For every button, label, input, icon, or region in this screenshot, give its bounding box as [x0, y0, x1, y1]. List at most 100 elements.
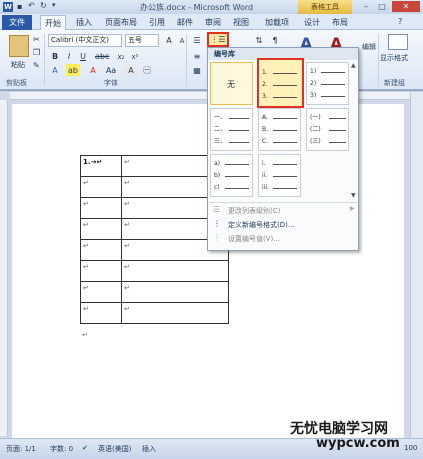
table-cell[interactable]: ↵ [80, 260, 122, 282]
edit-label[interactable]: 编辑 [362, 42, 376, 52]
tile-number-label: A. [262, 114, 268, 121]
subscript-button[interactable]: x₂ [114, 50, 128, 62]
font-name-combo[interactable]: Calibri (中文正文) [48, 34, 122, 47]
proofing-icon[interactable]: ✔ [82, 444, 88, 452]
change-case-icon[interactable]: Aa [104, 64, 118, 76]
maximize-button[interactable]: □ [374, 1, 390, 12]
text-effects-icon[interactable]: A [48, 64, 62, 76]
page-count[interactable]: 页面: 1/1 [6, 444, 36, 454]
tab-design[interactable]: 设计 [300, 15, 324, 30]
help-icon[interactable]: ? [398, 17, 402, 26]
font-size-combo[interactable]: 五号 [125, 34, 159, 47]
redo-icon[interactable]: ↻ [40, 1, 47, 10]
underline-button[interactable]: U [76, 50, 90, 62]
tile-number-label: 3) [310, 92, 317, 99]
font-group-label: 字体 [104, 79, 118, 87]
table-cell[interactable]: ↵ [80, 239, 122, 261]
format-painter-icon[interactable]: ✎ [33, 61, 40, 70]
close-button[interactable]: ✕ [392, 1, 420, 12]
paste-icon[interactable] [9, 35, 29, 57]
table-tools-label: 表格工具 [298, 0, 352, 14]
tile-number-label: C. [262, 138, 269, 145]
paste-label: 粘贴 [11, 61, 25, 69]
align-left-icon[interactable]: ≡ [190, 50, 204, 62]
numbering-tile-roman[interactable]: i. ii. iii. [258, 154, 301, 197]
show-format-label: 显示格式 [380, 54, 408, 62]
tab-mailings[interactable]: 邮件 [173, 15, 197, 30]
table-cell[interactable]: ↵ [80, 302, 122, 324]
highlight-icon[interactable]: ab [66, 64, 80, 76]
char-shading-icon[interactable]: A [124, 64, 138, 76]
numbering-tile-letters[interactable]: A. B. C. [258, 108, 301, 151]
tab-file[interactable]: 文件 [2, 15, 32, 30]
tab-home[interactable]: 开始 [40, 15, 66, 30]
save-icon[interactable]: ▪ [17, 2, 22, 11]
tab-layout[interactable]: 布局 [328, 15, 352, 30]
tab-addins[interactable]: 加载项 [261, 15, 293, 30]
numbering-tile-chinese[interactable]: 一、 二、 三、 [210, 108, 253, 151]
table-row: ↵ ↵ [80, 260, 229, 282]
shading-icon[interactable]: ▦ [190, 64, 204, 76]
scroll-up-icon[interactable]: ▲ [351, 62, 356, 69]
scroll-down-icon[interactable]: ▼ [351, 192, 356, 199]
bold-button[interactable]: B [48, 50, 62, 62]
table-cell[interactable]: ↵ [80, 176, 122, 198]
numbering-button[interactable]: ⋮☰ [207, 32, 229, 47]
bullets-icon[interactable]: ☰ [190, 34, 204, 46]
change-level-icon: ☰ [213, 205, 221, 214]
language-status[interactable]: 英语(美国) [98, 444, 131, 454]
vertical-ruler[interactable] [0, 100, 8, 436]
numbering-tile-none[interactable]: 无 [210, 62, 253, 105]
table-cell[interactable]: ↵ [121, 281, 229, 303]
word-count[interactable]: 字数: 0 [50, 444, 73, 454]
tile-number-label: iii. [262, 184, 269, 191]
font-color-icon[interactable]: A [86, 64, 100, 76]
word-logo-icon[interactable]: W [3, 2, 13, 12]
copy-icon[interactable]: ❐ [33, 48, 40, 57]
table-cell[interactable]: ↵ [121, 260, 229, 282]
set-numbering-value-item[interactable]: 设置编号值(V)... [228, 233, 280, 245]
table-row: ↵ ↵ [80, 302, 229, 324]
tile-number-label: (二) [310, 126, 321, 133]
numbering-tile-lower-letters[interactable]: a) b) c) [210, 154, 253, 197]
tile-number-label: B. [262, 126, 269, 133]
superscript-button[interactable]: x² [128, 50, 142, 62]
italic-button[interactable]: I [62, 50, 76, 62]
strikethrough-button[interactable]: abc [94, 50, 109, 62]
change-list-level-item[interactable]: 更改列表级别(C) [228, 205, 280, 217]
grow-font-icon[interactable]: A [162, 34, 176, 46]
tab-page-layout[interactable]: 页面布局 [101, 15, 141, 30]
cut-icon[interactable]: ✂ [33, 35, 40, 44]
table-cell[interactable]: ↵ [80, 197, 122, 219]
tab-review[interactable]: 审阅 [201, 15, 225, 30]
ribbon-separator [186, 34, 187, 86]
numbering-tile-paren[interactable]: 1) 2) 3) [306, 62, 349, 105]
table-cell[interactable]: 1.→↵ [80, 155, 122, 177]
quick-access-dropdown-icon[interactable]: ▾ [52, 1, 56, 9]
vertical-scrollbar[interactable] [410, 92, 423, 438]
minimize-button[interactable]: – [358, 1, 374, 12]
tab-view[interactable]: 视图 [229, 15, 253, 30]
none-label: 无 [227, 80, 235, 89]
watermark-url: wypcw.com [316, 436, 400, 451]
watermark-title: 无忧电脑学习网 [290, 421, 388, 437]
show-format-icon[interactable] [388, 34, 408, 50]
enclosed-char-icon[interactable]: ㊀ [140, 64, 154, 76]
define-new-number-format-item[interactable]: 定义新编号格式(D)... [228, 219, 295, 231]
tile-number-label: ii. [262, 172, 268, 179]
insert-mode-status[interactable]: 插入 [142, 444, 156, 454]
show-marks-icon[interactable]: ¶ [268, 34, 282, 46]
window-title: 办公族.docx - Microsoft Word [140, 3, 254, 12]
table-cell[interactable]: ↵ [80, 281, 122, 303]
table-cell[interactable]: ↵ [121, 302, 229, 324]
tab-insert[interactable]: 插入 [72, 15, 96, 30]
new-group-label: 新建组 [384, 79, 405, 87]
numbering-tile-chinese-paren[interactable]: (一) (二) (三) [306, 108, 349, 151]
table-cell[interactable]: ↵ [80, 218, 122, 240]
tab-references[interactable]: 引用 [145, 15, 169, 30]
numbering-tile-selected[interactable]: 1. 2. 3. [257, 58, 304, 108]
sort-icon[interactable]: ⇅ [252, 34, 266, 46]
undo-icon[interactable]: ↶ [28, 1, 35, 10]
ribbon-separator [44, 34, 45, 86]
zoom-level[interactable]: 100 [404, 444, 417, 452]
